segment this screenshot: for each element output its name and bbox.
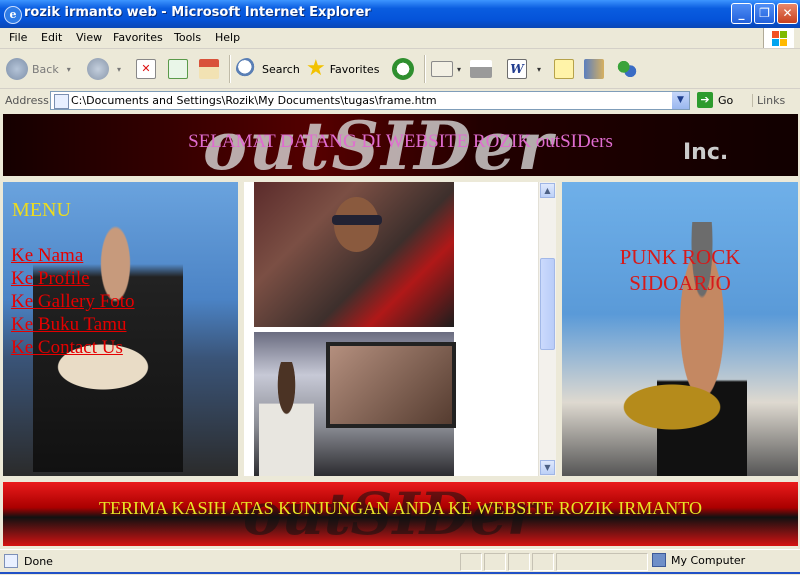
links-button[interactable]: Links [752, 94, 785, 107]
gallery-frame: ▲ ▼ [244, 182, 556, 476]
favorites-button[interactable]: ★ Favorites [306, 56, 379, 82]
history-icon [392, 58, 414, 80]
security-zone: My Computer [652, 553, 745, 567]
menu-bar: File Edit View Favorites Tools Help [0, 28, 800, 49]
menu-help[interactable]: Help [215, 31, 240, 44]
gold-guitar-image [597, 372, 747, 442]
favorites-star-icon: ★ [306, 56, 326, 81]
welcome-text: SELAMAT DATANG DI WEBSITE ROZIK outSIDer… [188, 131, 613, 152]
research-icon [584, 59, 604, 79]
window-title: rozik irmanto web - Microsoft Internet E… [24, 5, 371, 20]
address-bar: Address C:\Documents and Settings\Rozik\… [0, 89, 800, 113]
link-buku-tamu[interactable]: Ke Buku Tamu [11, 313, 134, 336]
title-bar: e rozik irmanto web - Microsoft Internet… [0, 0, 800, 28]
home-button[interactable] [199, 56, 219, 82]
home-icon [199, 59, 219, 79]
toolbar-separator [229, 55, 231, 83]
go-button[interactable]: ➔ Go [697, 92, 733, 108]
mail-icon [431, 61, 453, 77]
nav-links: Ke Nama Ke Profile Ke Gallery Foto Ke Bu… [11, 244, 134, 359]
address-dropdown-icon[interactable]: ▼ [671, 92, 689, 109]
print-button[interactable] [470, 56, 492, 82]
punk-rock-text: PUNK ROCK SIDOARJO [619, 245, 741, 295]
scroll-down-icon[interactable]: ▼ [540, 460, 555, 475]
minimize-button[interactable]: _ [731, 3, 752, 24]
mail-button[interactable]: ▾ [431, 56, 461, 82]
forward-button[interactable]: ▾ [87, 56, 121, 82]
forward-arrow-icon [87, 58, 109, 80]
history-button[interactable] [392, 56, 414, 82]
close-button[interactable]: ✕ [777, 3, 798, 24]
menu-tools[interactable]: Tools [174, 31, 201, 44]
internet-explorer-icon: e [4, 6, 22, 24]
scroll-up-icon[interactable]: ▲ [540, 183, 555, 198]
stop-icon: ✕ [136, 59, 156, 79]
gallery-scrollbar[interactable]: ▲ ▼ [538, 182, 556, 476]
refresh-button[interactable] [168, 56, 188, 82]
address-url[interactable]: C:\Documents and Settings\Rozik\My Docum… [71, 94, 437, 107]
forward-dropdown-icon[interactable]: ▾ [117, 65, 121, 74]
link-profile[interactable]: Ke Profile [11, 267, 134, 290]
thanks-text: TERIMA KASIH ATAS KUNJUNGAN ANDA KE WEBS… [99, 498, 702, 518]
menu-file[interactable]: File [9, 31, 27, 44]
back-arrow-icon [6, 58, 28, 80]
page-done-icon [4, 554, 18, 568]
messenger-button[interactable] [616, 56, 638, 82]
search-button[interactable]: Search [236, 56, 300, 82]
go-arrow-icon: ➔ [697, 92, 713, 108]
menu-favorites[interactable]: Favorites [113, 31, 163, 44]
discuss-note-icon [554, 59, 574, 79]
photo-tv-room [254, 332, 456, 476]
edit-dropdown-icon[interactable]: ▾ [537, 65, 541, 74]
page-content: outSIDer Inc. SELAMAT DATANG DI WEBSITE … [0, 114, 800, 548]
banner-frame: outSIDer Inc. SELAMAT DATANG DI WEBSITE … [3, 114, 798, 176]
maximize-button[interactable]: ❐ [754, 3, 775, 24]
link-nama[interactable]: Ke Nama [11, 244, 134, 267]
back-button[interactable]: Back ▾ [6, 56, 71, 82]
messenger-icon [616, 58, 638, 80]
status-done: Done [4, 554, 53, 568]
research-button[interactable] [584, 56, 604, 82]
search-icon [236, 58, 258, 80]
right-frame: PUNK ROCK SIDOARJO [562, 182, 798, 476]
stop-button[interactable]: ✕ [136, 56, 156, 82]
mail-dropdown-icon[interactable]: ▾ [457, 65, 461, 74]
menu-title: MENU [12, 199, 71, 221]
refresh-icon [168, 59, 188, 79]
windows-logo-icon [763, 28, 794, 48]
address-label: Address [5, 94, 49, 107]
toolbar-separator [424, 55, 426, 83]
address-input[interactable]: C:\Documents and Settings\Rozik\My Docum… [50, 91, 690, 110]
discuss-button[interactable] [554, 56, 574, 82]
menu-frame: MENU Ke Nama Ke Profile Ke Gallery Foto … [3, 182, 238, 476]
menu-view[interactable]: View [76, 31, 102, 44]
print-icon [470, 60, 492, 78]
edit-button[interactable]: W ▾ [507, 56, 541, 82]
back-dropdown-icon[interactable]: ▾ [67, 65, 71, 74]
page-icon [54, 94, 69, 109]
word-edit-icon: W [507, 59, 527, 79]
menu-edit[interactable]: Edit [41, 31, 62, 44]
toolbar: Back ▾ ▾ ✕ Search ★ Favorites ▾ W ▾ [0, 49, 800, 89]
scroll-thumb[interactable] [540, 258, 555, 350]
photo-guitar-player [254, 182, 454, 327]
footer-frame: outSIDer TERIMA KASIH ATAS KUNJUNGAN AND… [3, 482, 798, 546]
my-computer-icon [652, 553, 666, 567]
link-contact-us[interactable]: Ke Contact Us [11, 336, 134, 359]
link-gallery-foto[interactable]: Ke Gallery Foto [11, 290, 134, 313]
